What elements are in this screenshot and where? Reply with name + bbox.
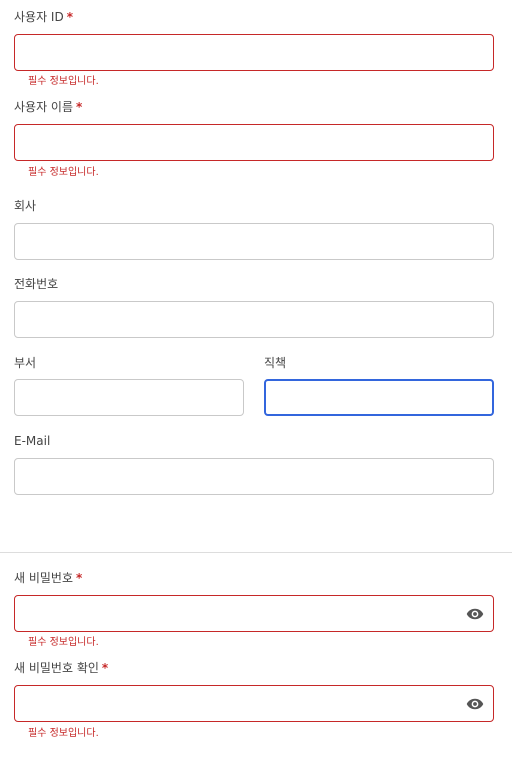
user-id-label: 사용자 ID * (14, 9, 73, 25)
company-input[interactable] (15, 224, 493, 259)
user-name-input[interactable] (15, 125, 493, 160)
confirm-password-input[interactable] (15, 686, 493, 721)
user-id-field[interactable] (14, 34, 494, 71)
email-input[interactable] (15, 459, 493, 494)
department-label: 부서 (14, 356, 37, 370)
user-id-input[interactable] (15, 35, 493, 70)
position-input[interactable] (266, 381, 492, 414)
user-name-label: 사용자 이름 * (14, 99, 82, 115)
user-name-error: 필수 정보입니다. (28, 167, 99, 178)
user-id-error: 필수 정보입니다. (28, 76, 99, 87)
confirm-password-label: 새 비밀번호 확인 * (14, 660, 108, 676)
eye-icon[interactable] (466, 605, 484, 623)
company-field[interactable] (14, 223, 494, 260)
email-label: E-Mail (14, 434, 51, 448)
required-mark: * (76, 100, 83, 114)
eye-icon[interactable] (466, 695, 484, 713)
new-password-label-text: 새 비밀번호 (14, 571, 74, 585)
new-password-field[interactable] (14, 595, 494, 632)
position-label: 직책 (264, 356, 287, 370)
user-name-field[interactable] (14, 124, 494, 161)
position-field[interactable] (264, 379, 494, 416)
user-id-label-text: 사용자 ID (14, 10, 64, 24)
new-password-label: 새 비밀번호 * (14, 570, 82, 586)
department-input[interactable] (15, 380, 243, 415)
confirm-password-field[interactable] (14, 685, 494, 722)
phone-field[interactable] (14, 301, 494, 338)
new-password-input[interactable] (15, 596, 493, 631)
phone-input[interactable] (15, 302, 493, 337)
company-label: 회사 (14, 199, 37, 213)
confirm-password-label-text: 새 비밀번호 확인 (14, 661, 99, 675)
new-password-error: 필수 정보입니다. (28, 637, 99, 648)
section-divider (0, 552, 512, 553)
required-mark: * (66, 10, 73, 24)
required-mark: * (101, 661, 109, 675)
department-field[interactable] (14, 379, 244, 416)
email-field[interactable] (14, 458, 494, 495)
required-mark: * (76, 571, 83, 585)
user-name-label-text: 사용자 이름 (14, 100, 74, 114)
phone-label: 전화번호 (14, 277, 59, 291)
confirm-password-error: 필수 정보입니다. (28, 728, 99, 739)
